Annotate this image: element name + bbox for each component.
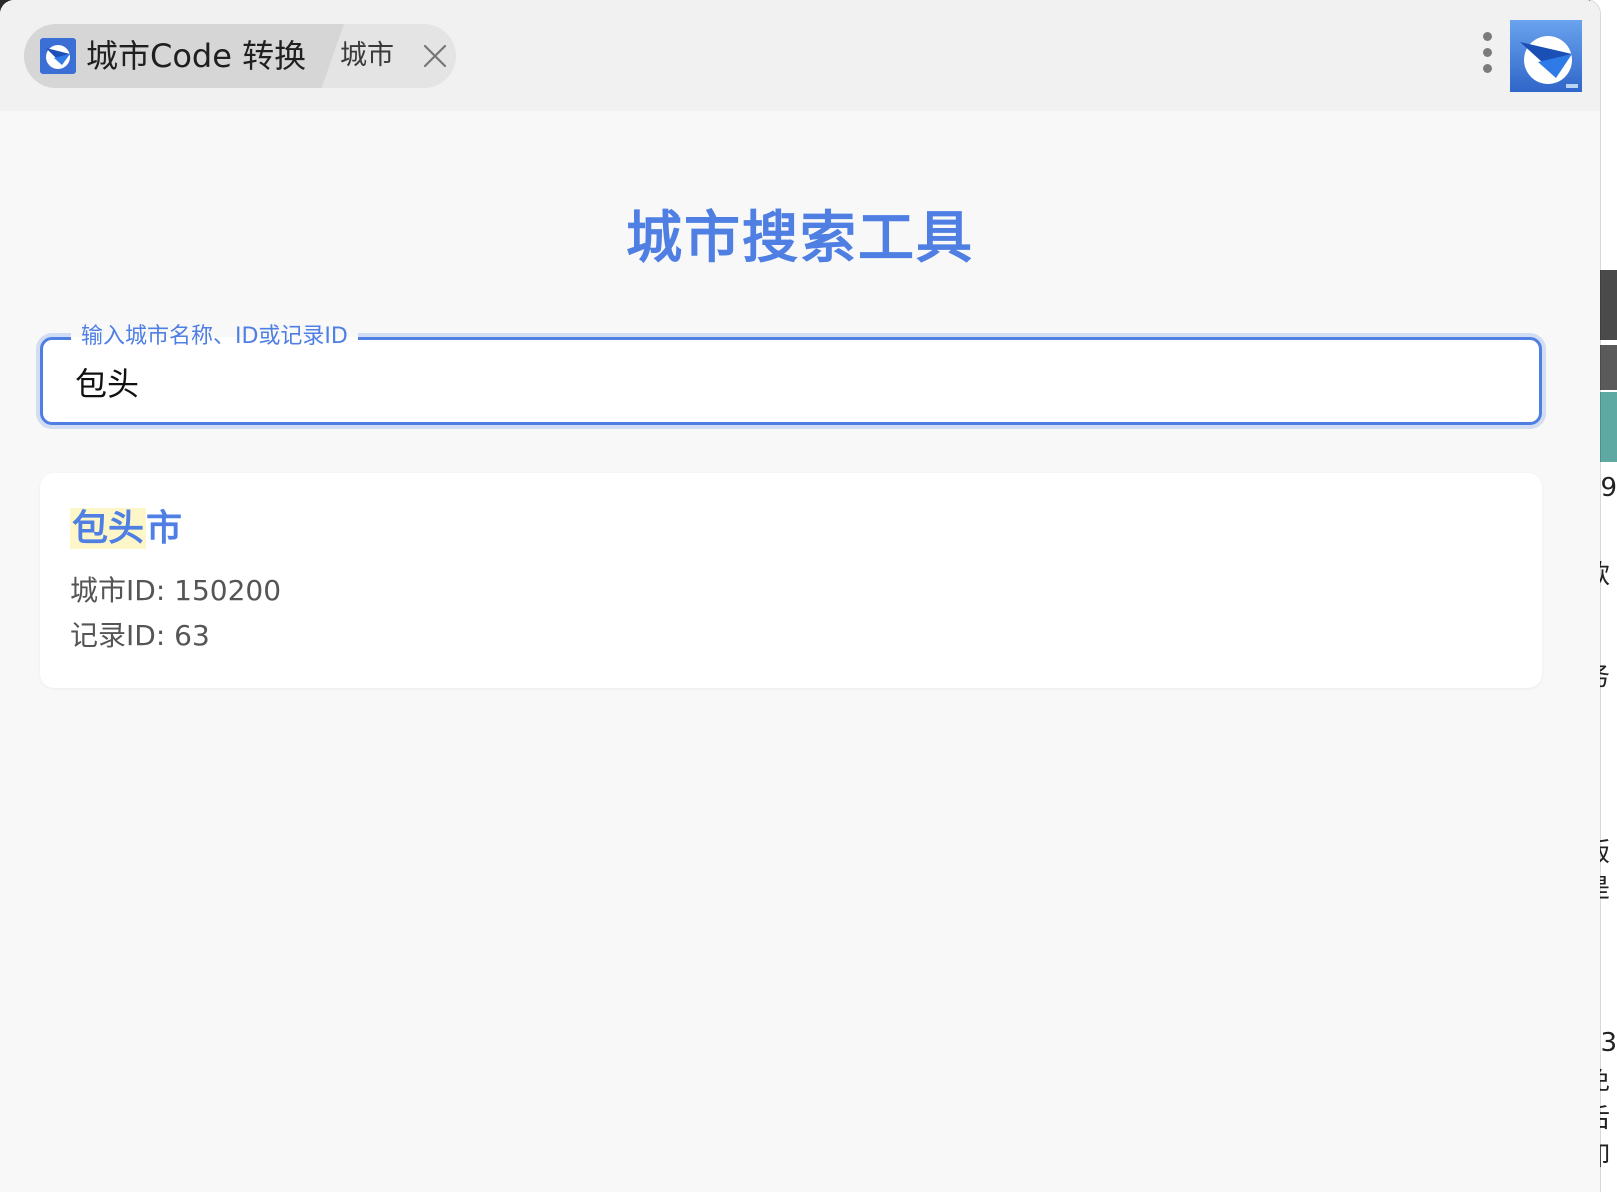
result-name-rest: 市 (146, 508, 183, 549)
title-bar: 城市Code 转换 城市 (0, 0, 1600, 111)
tab-group: 城市Code 转换 城市 (24, 24, 456, 88)
more-vertical-icon[interactable] (1480, 32, 1494, 76)
city-id-label: 城市ID: (70, 574, 175, 607)
record-id-value: 63 (174, 619, 210, 652)
result-record-id: 记录ID: 63 (70, 616, 210, 656)
record-id-label: 记录ID: (70, 619, 175, 652)
page-title: 城市搜索工具 (626, 206, 974, 271)
app-avatar-icon[interactable] (1510, 20, 1582, 92)
search-input[interactable] (73, 354, 1507, 410)
result-city-id: 城市ID: 150200 (70, 571, 281, 611)
result-name-highlight: 包头 (70, 508, 147, 549)
app-window: 城市Code 转换 城市 城市搜索工具 输入城市名称、ID或记录ID 包头 包头… (0, 0, 1600, 1192)
result-item[interactable]: 包头市 城市ID: 150200 记录ID: 63 (40, 473, 1542, 688)
result-city-name: 包头市 (70, 505, 182, 553)
tab-title[interactable]: 城市Code 转换 (86, 34, 306, 78)
search-label: 输入城市名称、ID或记录ID (71, 320, 358, 354)
search-field[interactable]: 输入城市名称、ID或记录ID (40, 320, 1542, 425)
tab-sub-label[interactable]: 城市 (340, 36, 394, 76)
close-icon[interactable] (422, 43, 448, 69)
app-logo-icon (40, 38, 76, 74)
main-content: 城市搜索工具 输入城市名称、ID或记录ID 包头市 城市ID: 150200 记… (0, 111, 1600, 1192)
city-id-value: 150200 (174, 574, 282, 607)
